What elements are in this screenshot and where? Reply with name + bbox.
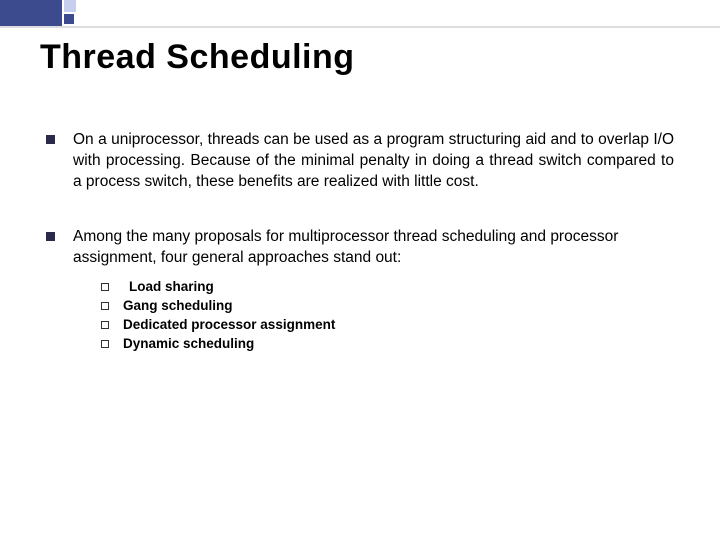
slide-content: On a uniprocessor, threads can be used a… [46, 130, 674, 355]
square-bullet-icon [46, 232, 55, 241]
title-underline [0, 26, 720, 28]
bullet-item: Among the many proposals for multiproces… [46, 227, 674, 355]
slide: Thread Scheduling On a uniprocessor, thr… [0, 0, 720, 540]
hollow-square-bullet-icon [101, 340, 109, 348]
sub-bullet-text: Gang scheduling [123, 298, 233, 313]
accent-square-light [64, 0, 76, 12]
sub-bullet-text: Dedicated processor assignment [123, 317, 335, 332]
sub-bullet-item: Dynamic scheduling [101, 336, 674, 351]
sub-bullet-item: Gang scheduling [101, 298, 674, 313]
accent-bar [0, 0, 62, 26]
bullet-item: On a uniprocessor, threads can be used a… [46, 130, 674, 193]
slide-title: Thread Scheduling [40, 38, 355, 77]
sub-bullet-item: Load sharing [101, 279, 674, 294]
square-bullet-icon [46, 135, 55, 144]
sub-bullet-text: Load sharing [129, 279, 214, 294]
hollow-square-bullet-icon [101, 321, 109, 329]
accent-square-dark [64, 14, 74, 24]
sub-bullet-item: Dedicated processor assignment [101, 317, 674, 332]
hollow-square-bullet-icon [101, 283, 109, 291]
bullet-text: Among the many proposals for multiproces… [73, 227, 674, 269]
sub-bullet-text: Dynamic scheduling [123, 336, 254, 351]
hollow-square-bullet-icon [101, 302, 109, 310]
bullet-text: On a uniprocessor, threads can be used a… [73, 130, 674, 193]
sub-list: Load sharing Gang scheduling Dedicated p… [101, 279, 674, 351]
